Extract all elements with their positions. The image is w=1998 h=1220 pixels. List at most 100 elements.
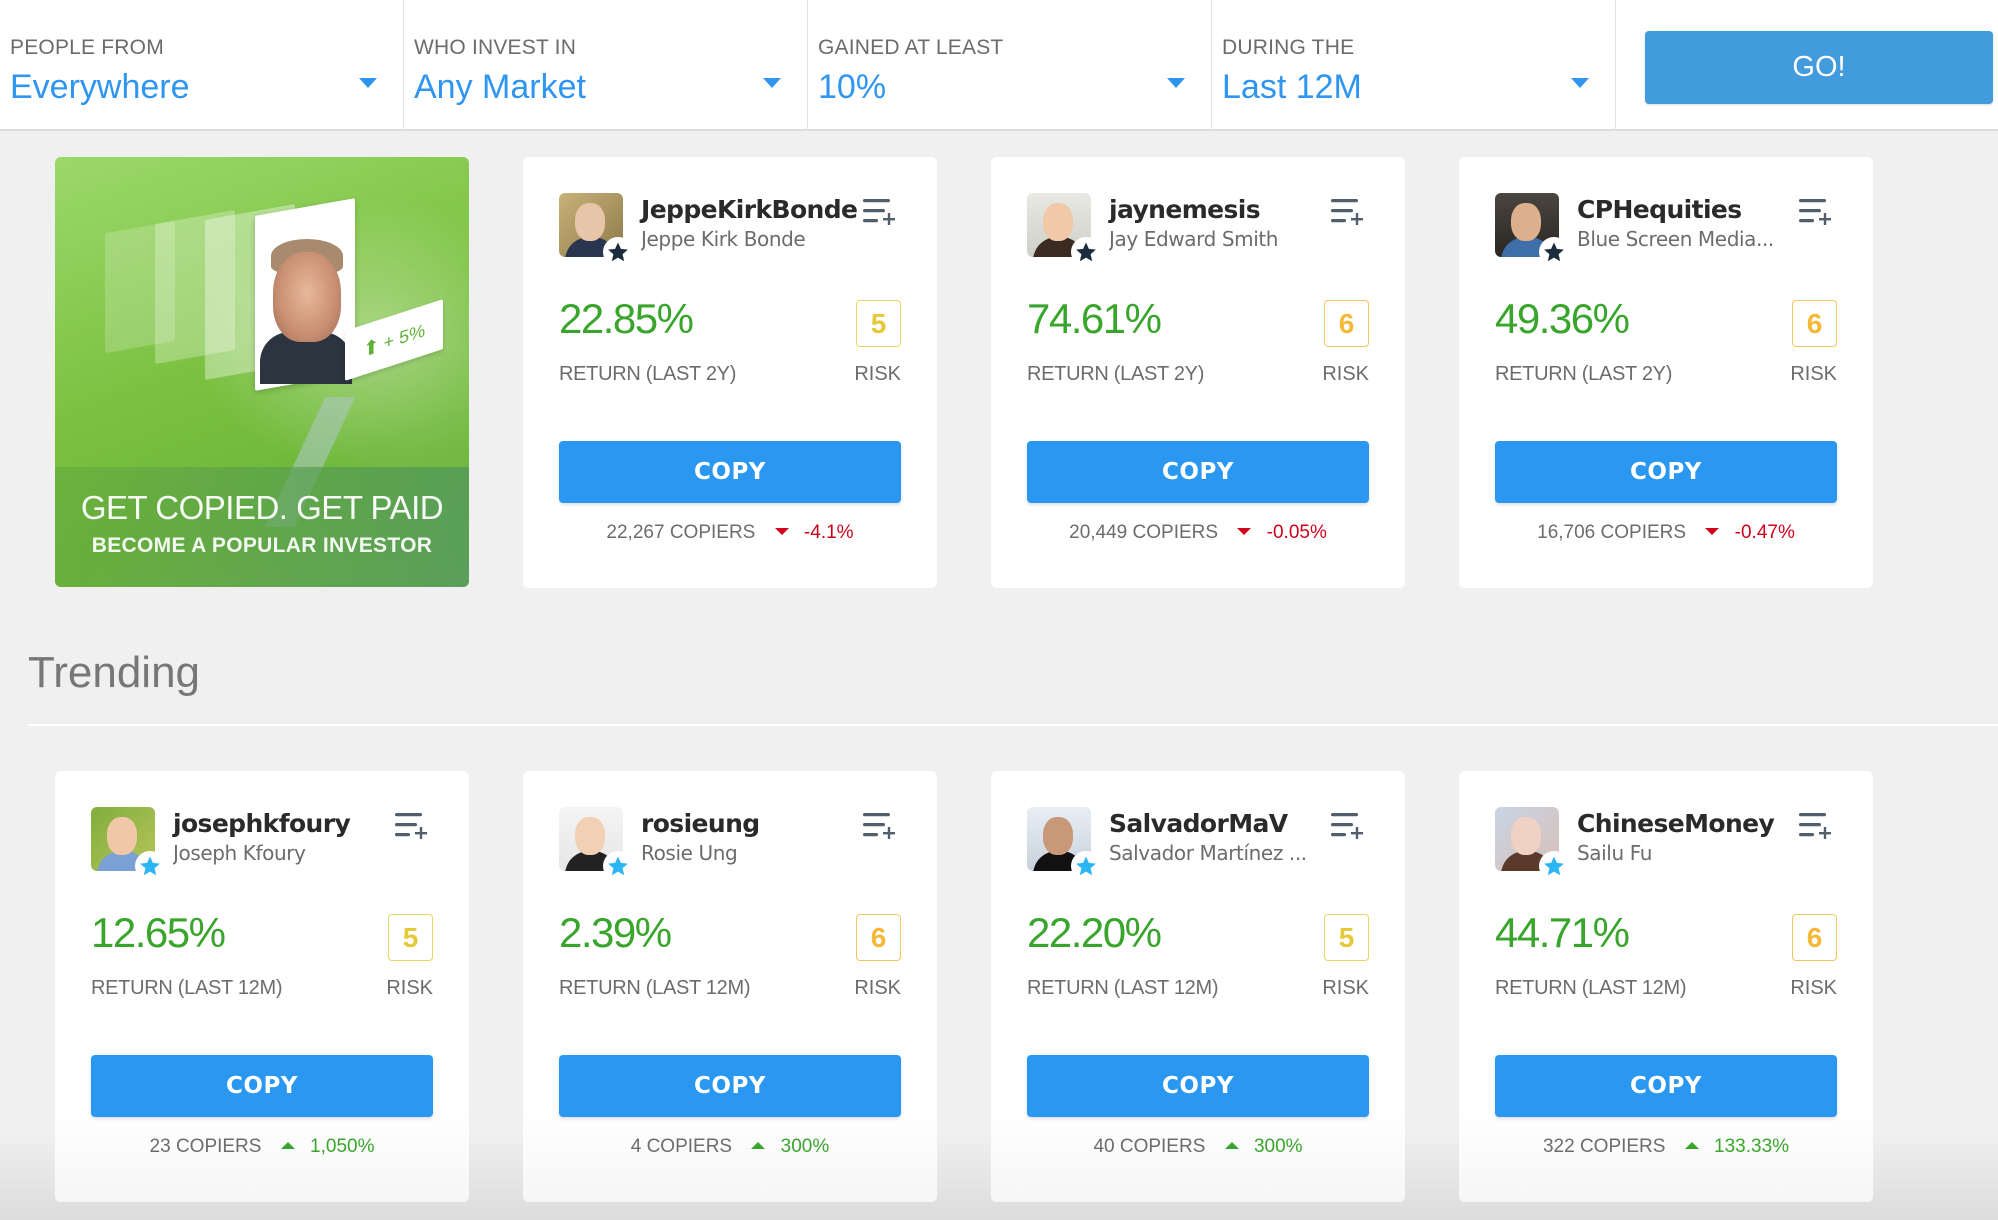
return-value: 22.20% <box>1027 909 1162 956</box>
investor-username[interactable]: CPHequities <box>1577 195 1742 224</box>
filter-gained-at-least[interactable]: GAINED AT LEAST 10% <box>808 0 1212 131</box>
avatar-head <box>107 817 137 855</box>
investor-fullname: Blue Screen Media... <box>1577 227 1774 251</box>
avatar-head <box>575 817 605 855</box>
copiers-count: 22,267 <box>606 522 665 543</box>
copy-button[interactable]: COPY <box>1027 441 1369 503</box>
copy-button[interactable]: COPY <box>1495 1055 1837 1117</box>
copiers-suffix: COPIERS <box>175 1136 262 1157</box>
investor-card[interactable]: CPHequities Blue Screen Media... 49.36% … <box>1459 157 1873 588</box>
investor-username[interactable]: jaynemesis <box>1109 195 1261 224</box>
copy-button[interactable]: COPY <box>559 1055 901 1117</box>
return-value: 12.65% <box>91 909 226 956</box>
star-icon <box>1071 237 1101 267</box>
add-to-watchlist-icon[interactable] <box>1797 195 1837 229</box>
caret-down-icon[interactable] <box>359 78 377 88</box>
investor-fullname: Salvador Martínez ... <box>1109 841 1307 865</box>
add-to-watchlist-icon[interactable] <box>861 809 901 843</box>
investor-card[interactable]: josephkfoury Joseph Kfoury 12.65% RETURN… <box>55 771 469 1202</box>
copiers-suffix: COPIERS <box>1132 522 1219 543</box>
trend-triangle-icon <box>1224 1141 1239 1149</box>
risk-label: RISK <box>1790 977 1837 999</box>
risk-score-badge: 6 <box>1324 300 1369 347</box>
copy-button[interactable]: COPY <box>559 441 901 503</box>
copiers-count: 322 <box>1542 1136 1575 1157</box>
banner-caption: GET COPIED. GET PAID BECOME A POPULAR IN… <box>55 467 469 587</box>
trend-triangle-icon <box>751 1141 766 1149</box>
add-to-watchlist-icon[interactable] <box>1329 809 1369 843</box>
copiers-change: -4.1% <box>803 522 854 543</box>
investor-username[interactable]: ChineseMoney <box>1577 809 1775 838</box>
avatar-head <box>1043 817 1073 855</box>
return-label: RETURN (LAST 12M) <box>1495 977 1687 999</box>
filter-label: GAINED AT LEAST <box>818 36 1004 59</box>
investor-fullname: Joseph Kfoury <box>173 841 306 865</box>
copy-button[interactable]: COPY <box>1027 1055 1369 1117</box>
investor-fullname: Sailu Fu <box>1577 841 1652 865</box>
return-label: RETURN (LAST 2Y) <box>559 363 737 385</box>
copiers-stat: 4 COPIERS 300% <box>523 1136 937 1158</box>
add-to-watchlist-icon[interactable] <box>1329 195 1369 229</box>
copiers-suffix: COPIERS <box>1119 1136 1206 1157</box>
investor-card[interactable]: jaynemesis Jay Edward Smith 74.61% RETUR… <box>991 157 1405 588</box>
investor-card[interactable]: SalvadorMaV Salvador Martínez ... 22.20%… <box>991 771 1405 1202</box>
copiers-count: 23 <box>149 1136 171 1157</box>
copiers-count: 40 <box>1093 1136 1115 1157</box>
add-to-watchlist-icon[interactable] <box>1797 809 1837 843</box>
risk-label: RISK <box>854 363 901 385</box>
copiers-change: 300% <box>1253 1136 1303 1157</box>
return-value: 74.61% <box>1027 295 1162 342</box>
return-label: RETURN (LAST 2Y) <box>1495 363 1673 385</box>
filter-value[interactable]: Everywhere <box>10 68 190 107</box>
become-popular-investor-banner[interactable]: ⬆ + 5% GET COPIED. GET PAID BECOME A POP… <box>55 157 469 587</box>
risk-score-badge: 5 <box>1324 914 1369 961</box>
investor-fullname: Jeppe Kirk Bonde <box>641 227 806 251</box>
risk-label: RISK <box>1322 363 1369 385</box>
filter-value[interactable]: 10% <box>818 68 886 107</box>
investor-fullname: Rosie Ung <box>641 841 738 865</box>
risk-score-badge: 6 <box>1792 914 1837 961</box>
investor-username[interactable]: rosieung <box>641 809 760 838</box>
investor-card[interactable]: ChineseMoney Sailu Fu 44.71% RETURN (LAS… <box>1459 771 1873 1202</box>
copiers-change: 300% <box>780 1136 830 1157</box>
filter-during-the[interactable]: DURING THE Last 12M <box>1212 0 1616 131</box>
go-button[interactable]: GO! <box>1645 31 1993 104</box>
copiers-count: 20,449 <box>1069 522 1128 543</box>
investor-fullname: Jay Edward Smith <box>1109 227 1279 251</box>
investor-username[interactable]: JeppeKirkBonde <box>641 195 858 224</box>
star-icon <box>1539 237 1569 267</box>
copiers-count: 16,706 <box>1537 522 1596 543</box>
investor-username[interactable]: SalvadorMaV <box>1109 809 1288 838</box>
filter-who-invest-in[interactable]: WHO INVEST IN Any Market <box>404 0 808 131</box>
copiers-suffix: COPIERS <box>1600 522 1687 543</box>
caret-down-icon[interactable] <box>763 78 781 88</box>
trend-triangle-icon <box>280 1141 295 1149</box>
return-value: 49.36% <box>1495 295 1630 342</box>
filter-value[interactable]: Any Market <box>414 68 586 107</box>
caret-down-icon[interactable] <box>1571 78 1589 88</box>
banner-subline: BECOME A POPULAR INVESTOR <box>91 534 433 557</box>
investor-card[interactable]: rosieung Rosie Ung 2.39% RETURN (LAST 12… <box>523 771 937 1202</box>
copiers-stat: 40 COPIERS 300% <box>991 1136 1405 1158</box>
risk-score-badge: 5 <box>388 914 433 961</box>
star-icon <box>135 851 165 881</box>
copiers-stat: 322 COPIERS 133.33% <box>1459 1136 1873 1158</box>
investor-card[interactable]: JeppeKirkBonde Jeppe Kirk Bonde 22.85% R… <box>523 157 937 588</box>
add-to-watchlist-icon[interactable] <box>393 809 433 843</box>
add-to-watchlist-icon[interactable] <box>861 195 901 229</box>
caret-down-icon[interactable] <box>1167 78 1185 88</box>
copiers-stat: 23 COPIERS 1,050% <box>55 1136 469 1158</box>
return-label: RETURN (LAST 12M) <box>91 977 283 999</box>
risk-score-badge: 6 <box>1792 300 1837 347</box>
copiers-suffix: COPIERS <box>1579 1136 1666 1157</box>
copiers-change: 133.33% <box>1714 1136 1790 1157</box>
copy-button[interactable]: COPY <box>91 1055 433 1117</box>
filter-value[interactable]: Last 12M <box>1222 68 1362 107</box>
star-icon <box>1539 851 1569 881</box>
copy-button[interactable]: COPY <box>1495 441 1837 503</box>
filter-label: WHO INVEST IN <box>414 36 577 59</box>
investor-username[interactable]: josephkfoury <box>173 809 351 838</box>
filter-people-from[interactable]: PEOPLE FROM Everywhere <box>0 0 404 131</box>
star-icon <box>603 237 633 267</box>
section-divider <box>28 724 1998 726</box>
